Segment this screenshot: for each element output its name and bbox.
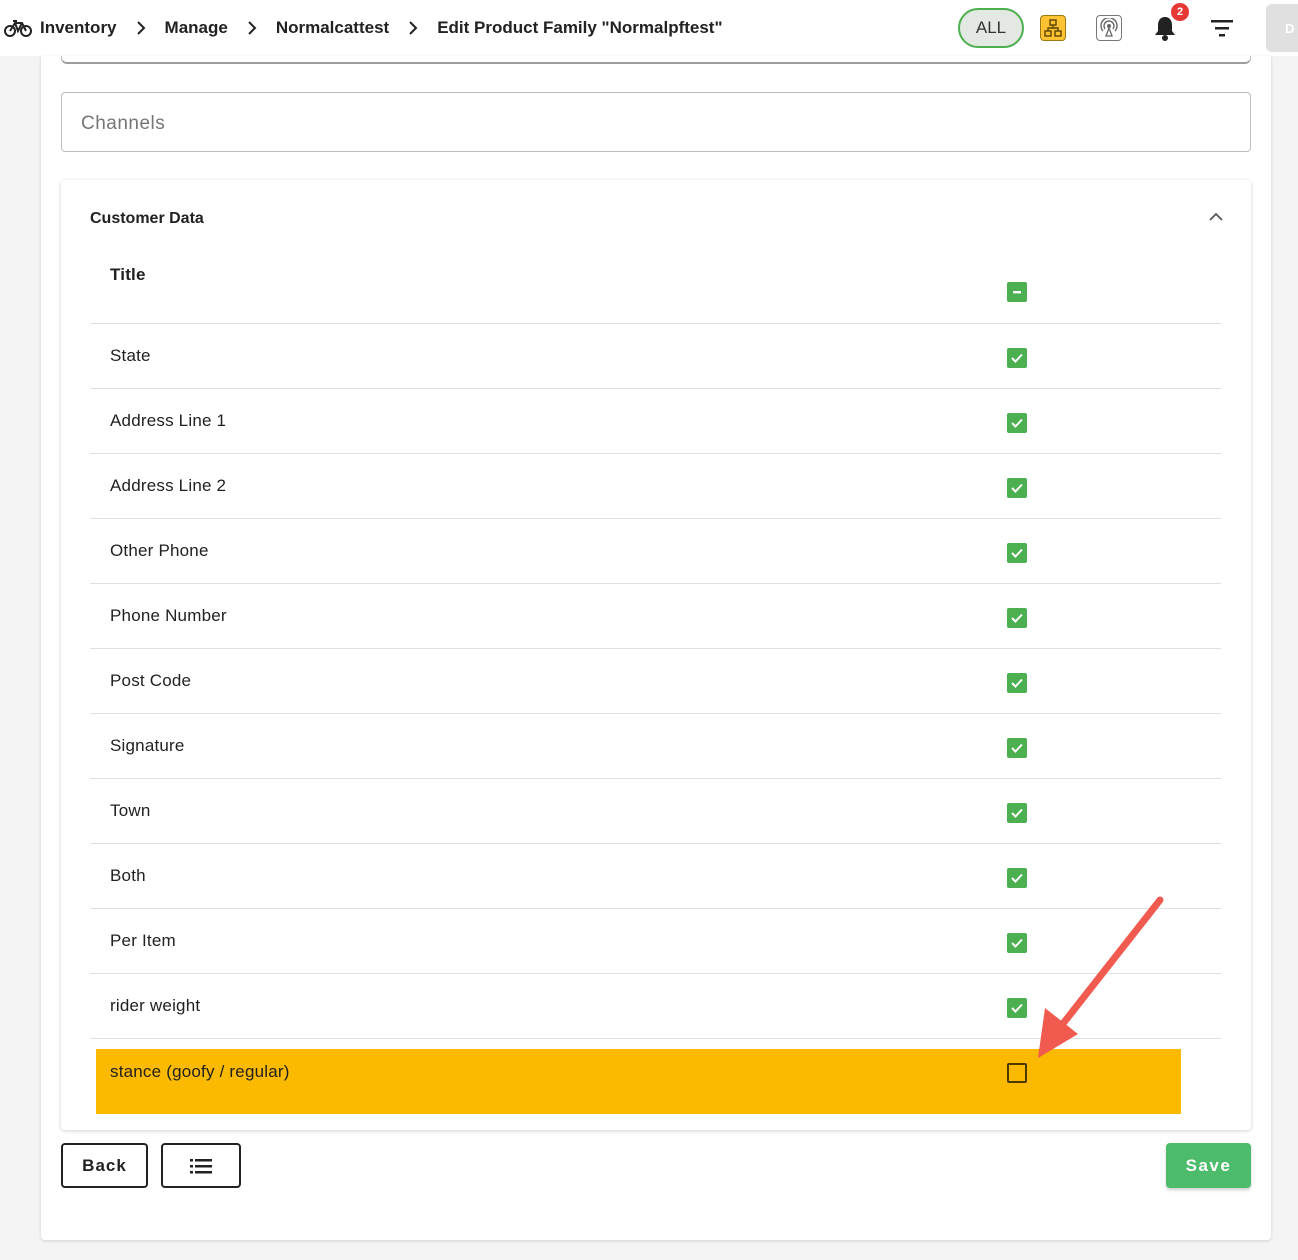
breadcrumb-inventory[interactable]: Inventory <box>40 18 117 38</box>
channels-field[interactable]: Channels <box>61 92 1251 152</box>
list-item: State <box>90 324 1221 389</box>
list-item: Both <box>90 844 1221 909</box>
edit-product-family-card: Channels Customer Data Title State Addre… <box>41 56 1271 1240</box>
list-item-label: Signature <box>110 736 185 755</box>
hierarchy-icon <box>1044 19 1062 37</box>
check-icon <box>1011 808 1023 818</box>
field-checkbox[interactable] <box>1007 478 1027 498</box>
breadcrumb-manage[interactable]: Manage <box>165 18 228 38</box>
list-item: Address Line 1 <box>90 389 1221 454</box>
check-icon <box>1011 873 1023 883</box>
user-avatar[interactable]: D <box>1266 4 1298 52</box>
check-icon <box>1011 353 1023 363</box>
chevron-right-icon <box>248 21 257 35</box>
chevron-right-icon <box>136 21 145 35</box>
back-button[interactable]: Back <box>61 1143 148 1188</box>
customer-data-panel: Customer Data Title State Address Line 1… <box>61 180 1251 1130</box>
list-item-label: State <box>110 346 151 365</box>
field-checkbox[interactable] <box>1007 803 1027 823</box>
unchecked-field-checkbox[interactable] <box>1007 1063 1027 1083</box>
chevron-right-icon <box>409 21 418 35</box>
list-icon <box>190 1158 212 1173</box>
previous-field-edge <box>61 56 1251 64</box>
list-item: Post Code <box>90 649 1221 714</box>
field-checkbox[interactable] <box>1007 673 1027 693</box>
highlighted-list-item: stance (goofy / regular) <box>96 1049 1181 1114</box>
list-item: Per Item <box>90 909 1221 974</box>
org-structure-button[interactable] <box>1040 15 1066 41</box>
filter-icon[interactable] <box>1210 17 1234 39</box>
customer-data-list: Title State Address Line 1 Address Line … <box>90 265 1221 1114</box>
select-all-checkbox[interactable] <box>1007 282 1027 302</box>
field-checkbox[interactable] <box>1007 608 1027 628</box>
list-item-label: Address Line 2 <box>110 476 227 495</box>
list-item: rider weight <box>90 974 1221 1039</box>
breadcrumb: Inventory Manage Normalcattest Edit Prod… <box>4 0 723 56</box>
list-item-label: Post Code <box>110 671 192 690</box>
field-checkbox[interactable] <box>1007 348 1027 368</box>
check-icon <box>1011 418 1023 428</box>
list-item: Address Line 2 <box>90 454 1221 519</box>
field-checkbox[interactable] <box>1007 868 1027 888</box>
field-checkbox[interactable] <box>1007 543 1027 563</box>
save-button[interactable]: Save <box>1166 1143 1251 1188</box>
check-icon <box>1011 483 1023 493</box>
bicycle-icon <box>4 20 32 37</box>
field-checkbox[interactable] <box>1007 933 1027 953</box>
broadcast-icon <box>1100 18 1118 37</box>
indeterminate-icon <box>1013 291 1021 294</box>
check-icon <box>1011 548 1023 558</box>
broadcast-button[interactable] <box>1096 15 1122 41</box>
list-item-label: Town <box>110 801 151 820</box>
field-checkbox[interactable] <box>1007 738 1027 758</box>
list-item-label: Address Line 1 <box>110 411 227 430</box>
list-item: Other Phone <box>90 519 1221 584</box>
list-item-label: Other Phone <box>110 541 209 560</box>
field-checkbox[interactable] <box>1007 998 1027 1018</box>
header-title-label: Title <box>110 265 146 284</box>
check-icon <box>1011 938 1023 948</box>
check-icon <box>1011 743 1023 753</box>
field-checkbox[interactable] <box>1007 413 1027 433</box>
panel-title: Customer Data <box>90 210 204 227</box>
list-item-label: rider weight <box>110 996 201 1015</box>
breadcrumb-category[interactable]: Normalcattest <box>276 18 389 38</box>
top-app-bar: Inventory Manage Normalcattest Edit Prod… <box>0 0 1298 56</box>
chevron-up-icon[interactable] <box>1207 208 1225 226</box>
list-view-button[interactable] <box>161 1143 241 1188</box>
breadcrumb-current-page: Edit Product Family "Normalpftest" <box>437 18 723 37</box>
check-icon <box>1011 613 1023 623</box>
list-header-row: Title <box>90 265 1221 324</box>
list-item-label: Per Item <box>110 931 176 950</box>
list-item: Phone Number <box>90 584 1221 649</box>
list-item-label: Phone Number <box>110 606 227 625</box>
list-item: Town <box>90 779 1221 844</box>
check-icon <box>1011 678 1023 688</box>
list-item-label: stance (goofy / regular) <box>110 1062 290 1081</box>
list-item-label: Both <box>110 866 146 885</box>
list-item: Signature <box>90 714 1221 779</box>
notification-count-badge: 2 <box>1171 3 1189 21</box>
check-icon <box>1011 1003 1023 1013</box>
all-scope-button[interactable]: ALL <box>958 8 1024 48</box>
